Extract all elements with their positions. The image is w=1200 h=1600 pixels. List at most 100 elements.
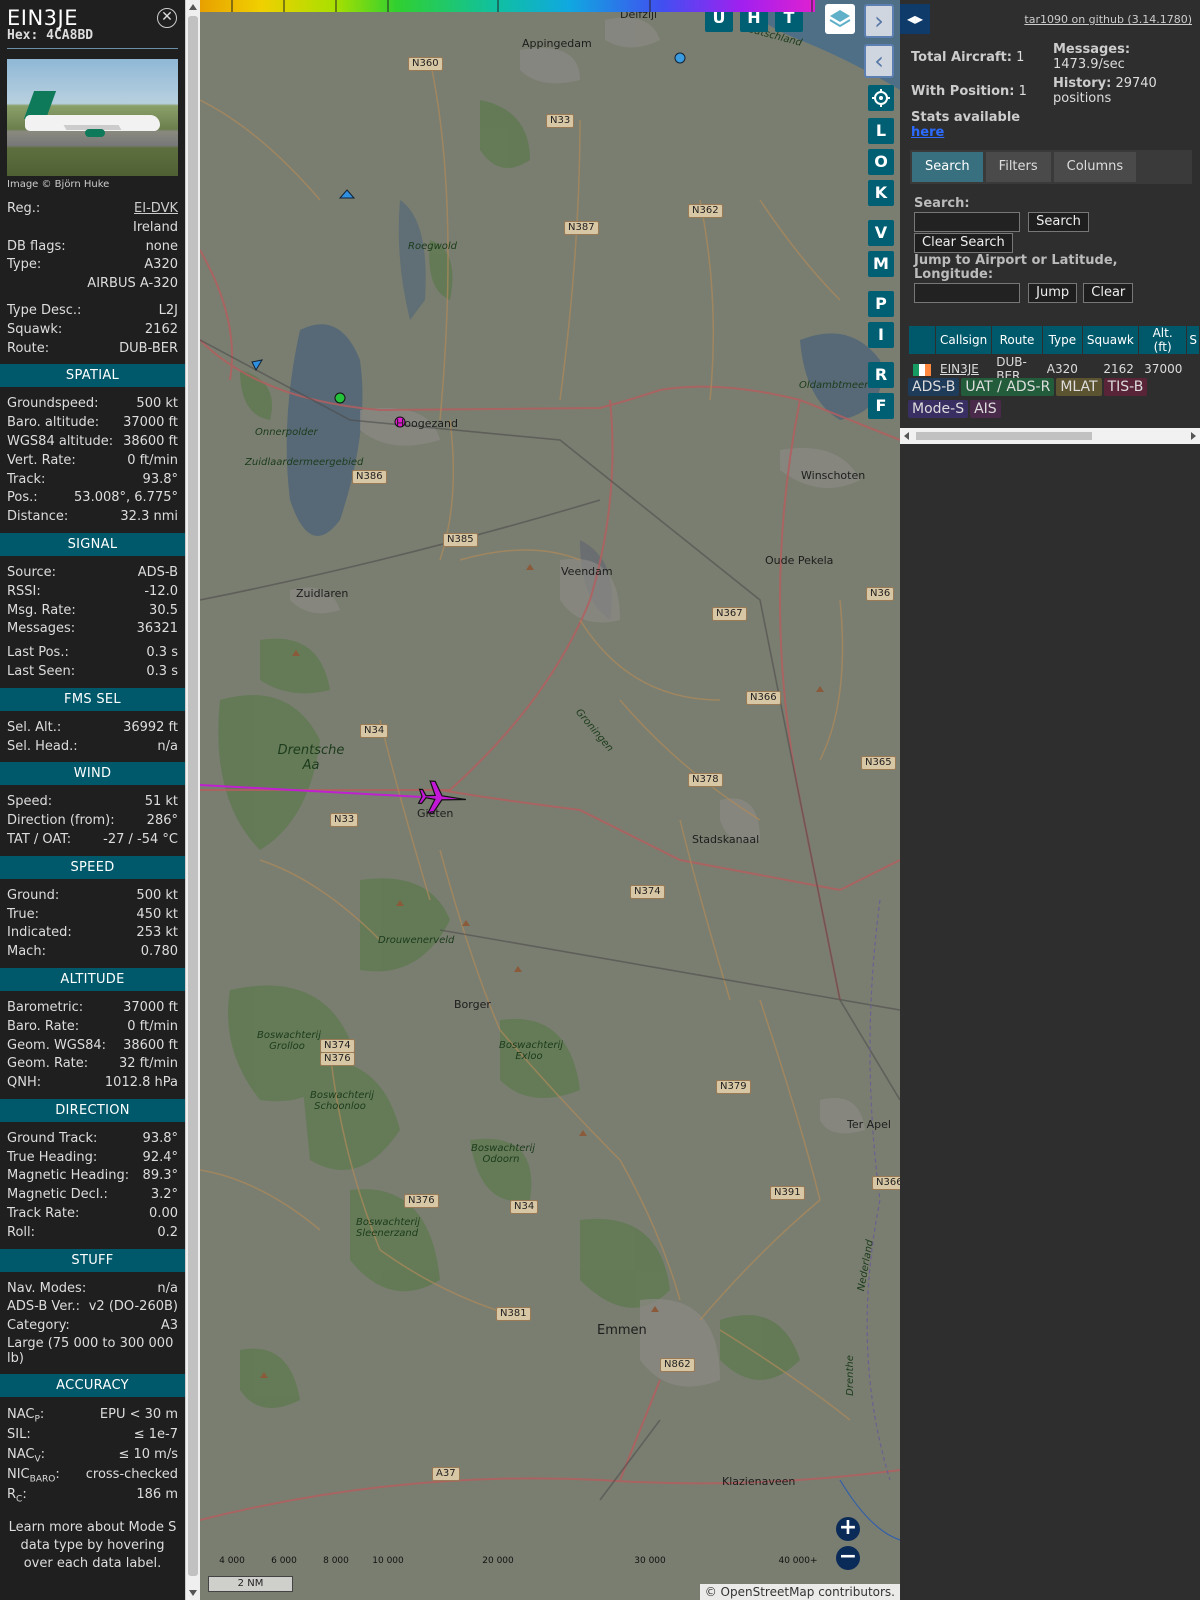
github-link[interactable]: tar1090 on github (3.14.1780) [1024, 13, 1192, 26]
legend-tick: 30 000 [634, 1556, 666, 1566]
info-row: Ireland [0, 219, 185, 238]
info-row-value[interactable]: EI-DVK [134, 200, 178, 219]
info-row-value: 0 ft/min [127, 452, 178, 468]
map-view[interactable]: Delfzijl Appingedam Hoogezand Winschoten… [200, 0, 900, 1600]
button-m[interactable]: M [868, 251, 894, 277]
accuracy-label-main: SIL: [7, 1427, 31, 1443]
info-row-label: Squawk: [7, 321, 63, 337]
selected-callsign: EIN3JE [7, 6, 78, 30]
button-f[interactable]: F [868, 393, 894, 419]
table-horizontal-scrollbar[interactable] [900, 428, 1200, 444]
column-header-route[interactable]: Route [992, 326, 1042, 354]
info-row-value: 53.008°, 6.775° [74, 490, 178, 506]
tab-filters[interactable]: Filters [985, 152, 1051, 182]
info-row-label: Indicated: [7, 925, 72, 941]
accuracy-label: NACP: [7, 1405, 44, 1425]
legend-tick: 6 000 [271, 1556, 297, 1566]
road-shield: N360 [408, 57, 443, 71]
column-header-altitude[interactable]: Alt. (ft) [1138, 326, 1187, 354]
search-label: Search: [914, 196, 970, 211]
chip-tisb[interactable]: TIS-B [1103, 378, 1148, 396]
info-row-label: Type Desc.: [7, 302, 82, 318]
info-row-label: Last Pos.: [7, 645, 69, 661]
search-button[interactable]: Search [1028, 212, 1089, 232]
button-o[interactable]: O [868, 149, 894, 175]
button-i[interactable]: I [868, 322, 894, 348]
map-attribution[interactable]: © OpenStreetMap contributors. [699, 1584, 900, 1600]
search-panel: Search: Search Clear Search Jump to Airp… [914, 197, 1144, 303]
zoom-out-button[interactable]: − [836, 1546, 860, 1570]
aircraft-photo[interactable] [7, 59, 178, 176]
column-header-squawk[interactable]: Squawk [1082, 326, 1138, 354]
accuracy-value: EPU < 30 m [99, 1407, 178, 1423]
info-row: Geom. Rate: 32 ft/min [0, 1055, 185, 1074]
button-r[interactable]: R [868, 362, 894, 388]
accuracy-row: NACP: EPU < 30 m [0, 1405, 185, 1425]
sidebar-toggle-button[interactable]: ◂▸ [900, 4, 930, 34]
layers-button[interactable] [825, 4, 855, 34]
settings-button[interactable] [868, 85, 894, 111]
column-header-flag[interactable] [909, 326, 935, 354]
stats-link[interactable]: here [911, 125, 944, 140]
chip-ais[interactable]: AIS [970, 400, 1001, 418]
tab-columns[interactable]: Columns [1053, 152, 1137, 182]
expand-left-button[interactable]: ‹ [864, 44, 894, 78]
column-header-s[interactable]: S [1187, 326, 1199, 354]
zoom-in-button[interactable]: + [836, 1517, 860, 1541]
info-row: Distance: 32.3 nmi [0, 508, 185, 527]
close-icon[interactable]: ✕ [157, 8, 177, 28]
road-shield: N376 [404, 1194, 439, 1208]
info-row: Messages: 36321 [0, 620, 185, 639]
chip-mlat[interactable]: MLAT [1056, 378, 1102, 396]
info-row-value: 93.8° [142, 471, 178, 487]
column-header-type[interactable]: Type [1042, 326, 1082, 354]
info-row-label: True: [7, 906, 39, 922]
button-l[interactable]: L [868, 118, 894, 144]
info-row: Ground Track: 93.8° [0, 1130, 185, 1149]
info-row: Sel. Alt.: 36992 ft [0, 719, 185, 738]
chip-modes[interactable]: Mode-S [908, 400, 969, 418]
other-aircraft-marker[interactable] [338, 189, 356, 199]
jump-input[interactable] [914, 283, 1020, 303]
button-v[interactable]: V [868, 220, 894, 246]
info-row: Type: A320 [0, 256, 185, 275]
info-row-value: Ireland [133, 219, 178, 235]
info-row: Track Rate: 0.00 [0, 1205, 185, 1224]
info-row-value: 38600 ft [123, 433, 178, 449]
road-shield: N33 [330, 813, 359, 827]
info-row-value: -27 / -54 °C [103, 831, 178, 847]
chip-uat[interactable]: UAT / ADS-R [961, 378, 1055, 396]
place-label: Ter Apel [847, 1118, 891, 1131]
info-row: Vert. Rate: 0 ft/min [0, 452, 185, 471]
other-aircraft-marker[interactable] [674, 52, 686, 64]
info-row: RSSI: -12.0 [0, 583, 185, 602]
place-label: Boswachterij Schoonloo [310, 1090, 375, 1112]
road-shield: N34 [360, 724, 389, 738]
info-row-value: n/a [157, 1280, 178, 1296]
place-label: Borger [454, 998, 491, 1011]
search-input[interactable] [914, 212, 1020, 232]
jump-button[interactable]: Jump [1028, 283, 1078, 303]
button-k[interactable]: K [868, 180, 894, 206]
section-header: ALTITUDE [0, 967, 185, 991]
column-header-callsign[interactable]: Callsign [936, 326, 992, 354]
ireland-flag-icon [913, 363, 931, 376]
button-p[interactable]: P [868, 291, 894, 317]
info-row-label: Barometric: [7, 999, 84, 1015]
info-row: Direction (from): 286° [0, 812, 185, 831]
legend-tick: 20 000 [482, 1556, 514, 1566]
section-header: DIRECTION [0, 1098, 185, 1122]
info-row-label: Last Seen: [7, 663, 76, 679]
road-shield: N374 [630, 885, 665, 899]
expand-right-button[interactable]: › [864, 4, 894, 38]
clear-search-button[interactable]: Clear Search [914, 233, 1013, 253]
other-aircraft-marker[interactable] [334, 392, 346, 404]
tab-search[interactable]: Search [912, 152, 983, 182]
chip-adsb[interactable]: ADS-B [908, 378, 960, 396]
info-row-value: DUB-BER [119, 340, 178, 356]
info-row: Roll: 0.2 [0, 1224, 185, 1243]
info-scrollbar[interactable] [185, 0, 200, 1600]
info-row-value: 1012.8 hPa [104, 1075, 178, 1091]
info-row: Baro. altitude: 37000 ft [0, 414, 185, 433]
clear-jump-button[interactable]: Clear [1083, 283, 1134, 303]
